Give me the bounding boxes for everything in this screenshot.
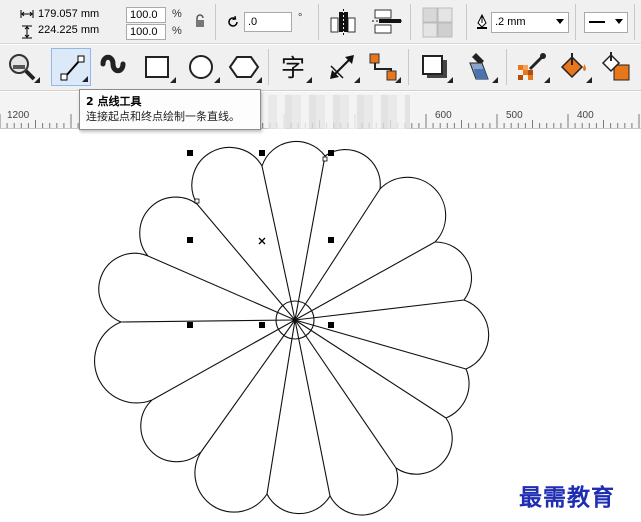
smart-fill-tool[interactable] [596, 48, 636, 86]
line-style-preview-icon [589, 21, 605, 23]
tooltip-title: 2 点线工具 [86, 95, 142, 108]
ruler-label-500: 500 [506, 110, 523, 121]
scale-y-unit: % [172, 25, 182, 37]
ruler-label-400: 400 [577, 110, 594, 121]
flower-spokes[interactable] [120, 155, 467, 497]
eyedropper-tool[interactable] [460, 48, 500, 86]
height-field[interactable]: 224.225 mm [35, 23, 120, 39]
ellipse-tool[interactable] [182, 48, 222, 86]
color-eyedropper-tool[interactable] [512, 48, 552, 86]
width-icon [20, 10, 34, 18]
interactive-fill-tool[interactable] [554, 48, 594, 86]
lock-ratio-icon[interactable] [194, 14, 206, 28]
rotation-center-marker [258, 237, 266, 245]
drawing-svg [94, 140, 490, 516]
parallel-dimension-tool[interactable] [322, 48, 362, 86]
scale-x-unit: % [172, 8, 182, 20]
artistic-media-tool[interactable] [93, 48, 133, 86]
text-tool[interactable]: 字 [274, 48, 314, 86]
smart-fill-icon [601, 52, 630, 81]
drop-shadow-tool[interactable] [415, 48, 455, 86]
chevron-down-icon[interactable] [556, 19, 564, 25]
scale-x-field[interactable]: 100.0 [126, 7, 166, 23]
mirror-horizontal-icon[interactable] [328, 8, 360, 36]
tooltip-description: 连接起点和终点绘制一条直线。 [86, 110, 240, 123]
blurred-ruler-region [268, 95, 410, 129]
zoom-tool[interactable] [2, 48, 42, 86]
degree-unit: ° [298, 12, 303, 24]
toolbox: 字 [0, 45, 641, 91]
ruler-label-600: 600 [435, 110, 452, 121]
ruler-label-1200: 1200 [7, 110, 30, 121]
outline-pen-icon [477, 14, 487, 29]
connector-tool[interactable] [363, 48, 403, 86]
watermark-text: 最需教育 [519, 484, 615, 511]
rotate-icon [228, 15, 238, 27]
drawing-canvas[interactable] [0, 130, 641, 522]
chevron-down-icon[interactable] [615, 19, 623, 25]
svg-text:字: 字 [281, 54, 305, 82]
polygon-tool[interactable] [224, 48, 264, 86]
scale-y-field[interactable]: 100.0 [126, 24, 166, 40]
flower-petal-outline[interactable] [94, 140, 490, 516]
rectangle-tool[interactable] [138, 48, 178, 86]
convert-to-curves-icon[interactable] [421, 6, 455, 38]
property-bar: 179.057 mm 224.225 mm 100.0 100.0 % % .0… [0, 0, 641, 44]
height-icon [22, 25, 32, 39]
artistic-media-icon [100, 54, 126, 74]
two-point-line-tool[interactable] [51, 48, 91, 86]
rotation-field[interactable]: .0 [244, 12, 292, 32]
tool-tooltip: 2 点线工具 连接起点和终点绘制一条直线。 [79, 89, 261, 130]
width-field[interactable]: 179.057 mm [35, 7, 120, 23]
mirror-vertical-icon[interactable] [371, 8, 403, 36]
